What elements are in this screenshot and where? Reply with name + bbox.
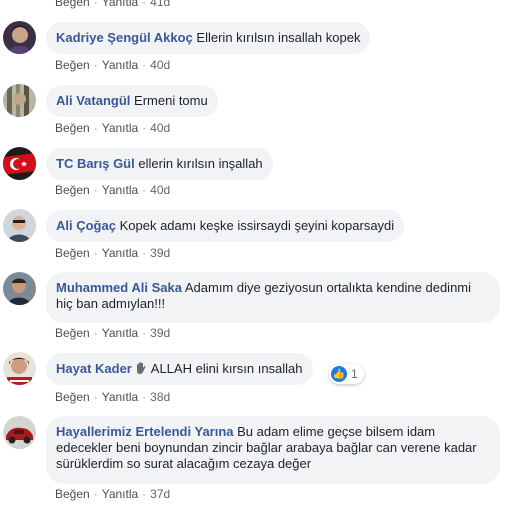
comment-bubble: Hayallerimiz Ertelendi Yarına Bu adam el… xyxy=(46,416,500,484)
like-link[interactable]: Beğen xyxy=(55,183,90,197)
comment-actions: Beğen · Yanıtla · 38d xyxy=(55,390,171,404)
timestamp: 41d xyxy=(150,0,171,9)
comment-bubble: Muhammed Ali Saka Adamım diye geziyosun … xyxy=(46,272,500,323)
comment-actions: Beğen · Yanıtla · 39d xyxy=(55,246,171,260)
timestamp: 40d xyxy=(150,183,171,197)
avatar[interactable] xyxy=(3,147,36,180)
like-link[interactable]: Beğen xyxy=(55,326,90,340)
comment-bubble: TC Barış Gül ellerin kırılsın inşallah xyxy=(46,148,273,180)
comment-bubble: Ali Vatangül Ermeni tomu xyxy=(46,85,218,117)
comment-text: Ermeni tomu xyxy=(134,93,208,108)
comment-author[interactable]: Kadriye Şengül Akkoç xyxy=(56,30,193,45)
like-link[interactable]: Beğen xyxy=(55,487,90,501)
comment-author[interactable]: Ali Vatangül xyxy=(56,93,130,108)
comment-bubble: Kadriye Şengül Akkoç Ellerin kırılsın in… xyxy=(46,22,371,54)
reply-link[interactable]: Yanıtla xyxy=(102,0,138,9)
reaction-count: 1 xyxy=(351,367,358,381)
comment-actions: Beğen · Yanıtla · 37d xyxy=(55,487,171,501)
timestamp: 39d xyxy=(150,246,171,260)
comment-actions: Beğen · Yanıtla · 40d xyxy=(55,58,171,72)
comment-text: Ellerin kırılsın insallah kopek xyxy=(196,30,361,45)
comment-text: Kopek adamı keşke issirsaydi şeyini kopa… xyxy=(119,218,395,233)
like-link[interactable]: Beğen xyxy=(55,390,90,404)
like-reaction-icon: 👍 xyxy=(331,366,347,382)
timestamp: 37d xyxy=(150,487,171,501)
comment-text: ellerin kırılsın inşallah xyxy=(138,156,263,171)
reply-link[interactable]: Yanıtla xyxy=(102,183,138,197)
comment-actions: Beğen · Yanıtla · 40d xyxy=(55,121,171,135)
hand-emoji-icon xyxy=(136,362,146,374)
reply-link[interactable]: Yanıtla xyxy=(102,58,138,72)
like-link[interactable]: Beğen xyxy=(55,0,90,9)
reply-link[interactable]: Yanıtla xyxy=(102,390,138,404)
comment-author[interactable]: Muhammed Ali Saka xyxy=(56,280,182,295)
like-link[interactable]: Beğen xyxy=(55,121,90,135)
avatar[interactable] xyxy=(3,209,36,242)
comment-actions: Beğen · Yanıtla · 39d xyxy=(55,326,171,340)
reaction-count-badge[interactable]: 👍 1 xyxy=(329,364,364,384)
avatar[interactable] xyxy=(3,21,36,54)
comment-text: ALLAH elini kırsın ınsallah xyxy=(150,361,303,376)
avatar[interactable] xyxy=(3,272,36,305)
like-link[interactable]: Beğen xyxy=(55,58,90,72)
comment-bubble: Ali Çoğaç Kopek adamı keşke issirsaydi ş… xyxy=(46,210,405,242)
avatar[interactable] xyxy=(3,84,36,117)
comment-author[interactable]: Hayat Kader xyxy=(56,361,132,376)
reply-link[interactable]: Yanıtla xyxy=(102,487,138,501)
top-comment-actions: Beğen · Yanıtla · 41d xyxy=(55,0,170,10)
timestamp: 40d xyxy=(150,58,171,72)
comment-author[interactable]: Hayallerimiz Ertelendi Yarına xyxy=(56,424,234,439)
like-link[interactable]: Beğen xyxy=(55,246,90,260)
reply-link[interactable]: Yanıtla xyxy=(102,246,138,260)
avatar[interactable] xyxy=(3,352,36,385)
timestamp: 40d xyxy=(150,121,171,135)
reply-link[interactable]: Yanıtla xyxy=(102,121,138,135)
timestamp: 39d xyxy=(150,326,171,340)
comment-bubble: Hayat Kader ALLAH elini kırsın ınsallah xyxy=(46,353,313,385)
timestamp: 38d xyxy=(150,390,171,404)
comment-actions: Beğen · Yanıtla · 40d xyxy=(55,183,171,197)
avatar[interactable] xyxy=(3,416,36,449)
reply-link[interactable]: Yanıtla xyxy=(102,326,138,340)
comment-author[interactable]: TC Barış Gül xyxy=(56,156,135,171)
comment-author[interactable]: Ali Çoğaç xyxy=(56,218,116,233)
